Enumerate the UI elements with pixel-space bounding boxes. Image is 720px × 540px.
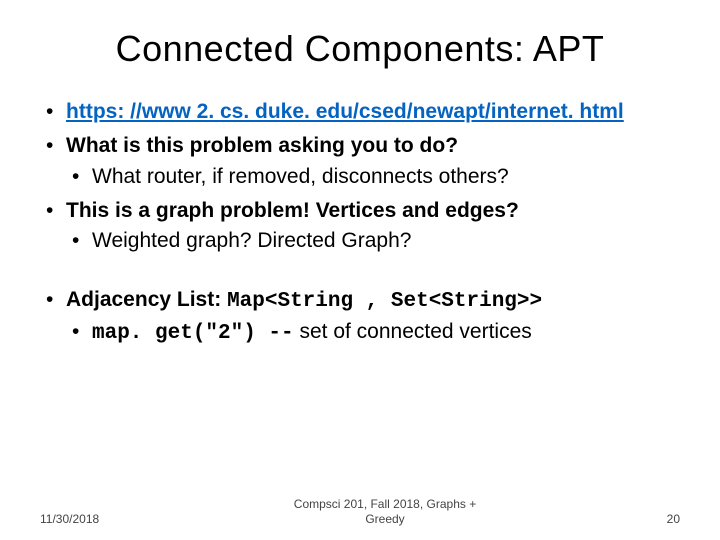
map-sub: map. get("2") -- set of connected vertic… <box>66 318 680 348</box>
bullet-list: https: //www 2. cs. duke. edu/csed/newap… <box>40 98 680 256</box>
slide-title: Connected Components: APT <box>40 28 680 70</box>
q2-sub: Weighted graph? Directed Graph? <box>66 227 680 255</box>
q1-sub: What router, if removed, disconnects oth… <box>66 163 680 191</box>
map-rest: set of connected vertices <box>294 320 532 343</box>
slide-footer: 11/30/2018 Compsci 201, Fall 2018, Graph… <box>0 497 720 526</box>
bullet-question-2: This is a graph problem! Vertices and ed… <box>40 197 680 256</box>
footer-page-number: 20 <box>640 512 680 526</box>
adj-prefix: Adjacency List: <box>66 288 227 311</box>
bullet-link: https: //www 2. cs. duke. edu/csed/newap… <box>40 98 680 126</box>
q1-text: What is this problem asking you to do? <box>66 134 458 157</box>
apt-link[interactable]: https: //www 2. cs. duke. edu/csed/newap… <box>66 100 624 123</box>
footer-course: Compsci 201, Fall 2018, Graphs + Greedy <box>130 497 640 526</box>
adj-code: Map<String , Set<String>> <box>227 290 542 313</box>
bullet-question-1: What is this problem asking you to do? W… <box>40 132 680 191</box>
bullet-list-2: Adjacency List: Map<String , Set<String>… <box>40 286 680 349</box>
footer-date: 11/30/2018 <box>40 512 130 526</box>
bullet-adjacency: Adjacency List: Map<String , Set<String>… <box>40 286 680 349</box>
q2-text: This is a graph problem! Vertices and ed… <box>66 199 519 222</box>
map-code: map. get("2") -- <box>92 322 294 345</box>
